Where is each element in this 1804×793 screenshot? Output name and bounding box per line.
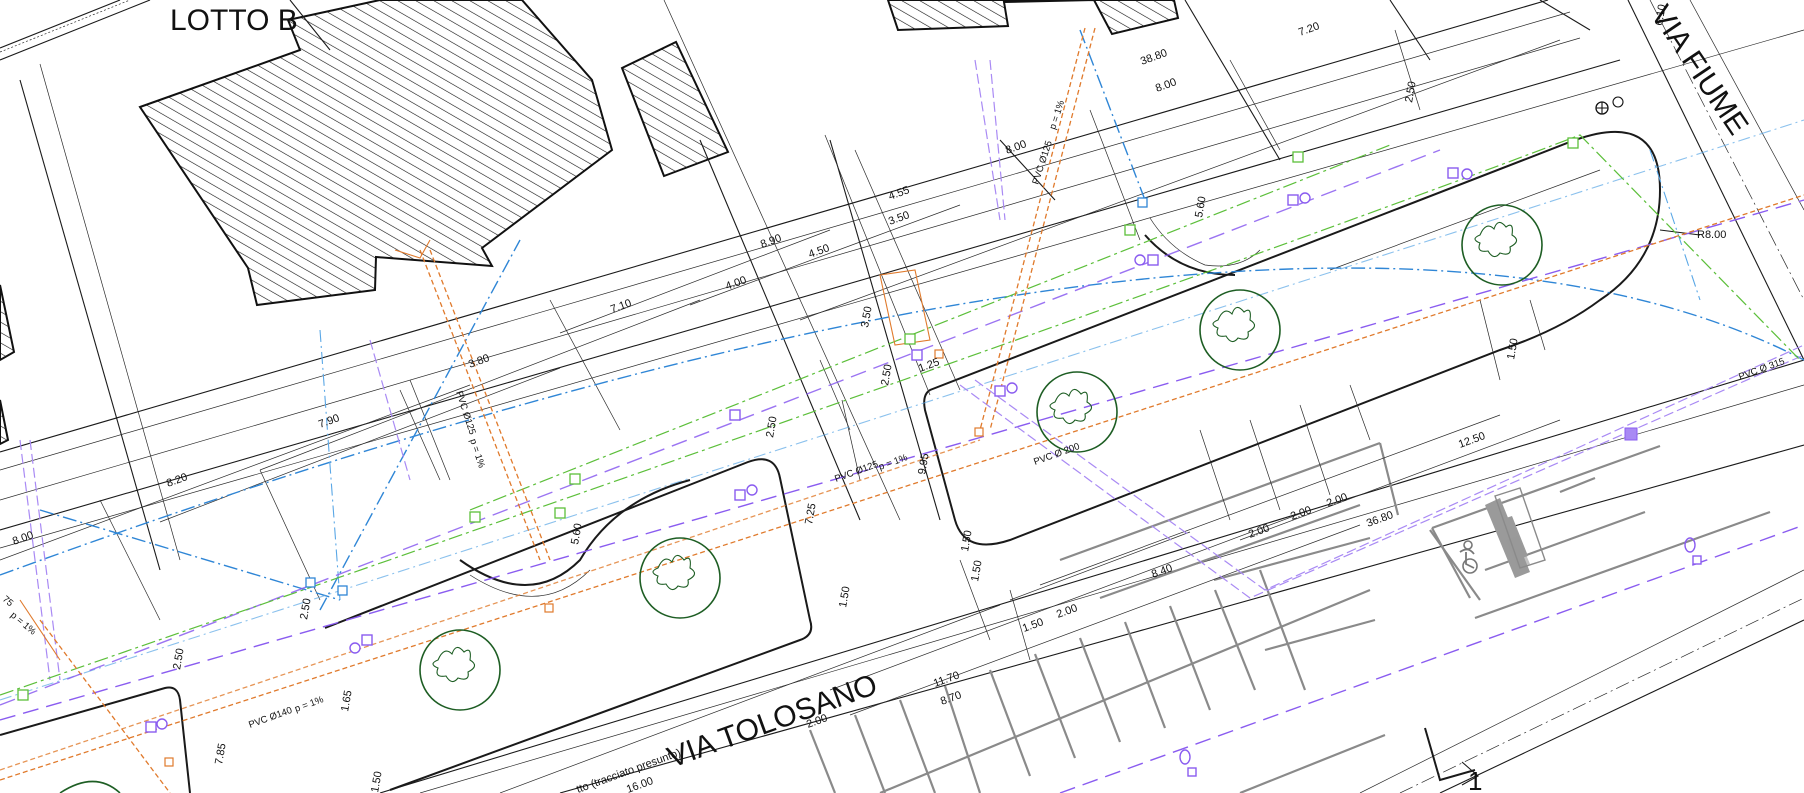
pipe-slope-label: p = 1% <box>1047 99 1067 131</box>
dim-label: 7.20 <box>1297 20 1321 39</box>
lot-label: LOTTO B <box>170 4 298 37</box>
tree <box>639 537 721 619</box>
dim-label: 7.90 <box>317 412 341 431</box>
building-small <box>620 40 730 178</box>
wheelchair-icon <box>1459 540 1478 574</box>
dim-label: 2.50 <box>764 415 780 438</box>
dim-label: 1.50 <box>1021 616 1045 635</box>
building-lotto-b <box>138 0 614 307</box>
dim-label: 2.00 <box>1289 504 1313 523</box>
dim-label: 16.00 <box>625 775 655 793</box>
pipe-label: PVC Ø140 <box>247 705 293 731</box>
street-label-via-tolosano: VIA TOLOSANO <box>663 668 882 774</box>
dim-label: 8.20 <box>165 471 189 490</box>
dim-label: 8.00 <box>1004 138 1028 157</box>
pipe-label: PVC Ø 200 <box>1032 441 1081 468</box>
dim-label: 4.55 <box>887 184 911 203</box>
dim-label: 2.00 <box>1325 491 1349 510</box>
dim-label: 3.50 <box>887 209 911 228</box>
section-number: 1 <box>1468 766 1482 793</box>
building-top <box>886 0 1180 36</box>
dim-label: 8.40 <box>1150 562 1174 581</box>
tree <box>419 629 501 711</box>
pipe-label: PVC Ø125 <box>453 390 477 437</box>
dim-label: 1.50 <box>369 770 385 793</box>
radius-label: R8.00 <box>1697 229 1726 241</box>
tree <box>1036 371 1118 453</box>
dim-label: 2.50 <box>171 647 187 670</box>
dim-label: 1.50 <box>969 559 985 582</box>
pipe-slope-label: p = 1% <box>877 452 909 473</box>
pipe-label: 75 <box>0 594 15 609</box>
dim-label: 1.50 <box>959 529 975 552</box>
dim-label: 5.60 <box>1193 195 1209 218</box>
building-left-edge <box>0 284 16 446</box>
hatched-stall <box>1485 487 1546 578</box>
tree <box>1461 204 1543 286</box>
dim-label: 7.10 <box>609 297 633 316</box>
dim-label: 7.25 <box>803 502 819 525</box>
hydrant-icon <box>1595 96 1624 115</box>
dim-label: 1.50 <box>837 585 853 608</box>
dim-label: 36.80 <box>1365 509 1395 530</box>
dim-label: 1.50 <box>1505 337 1521 360</box>
dim-label: 8.00 <box>1154 76 1178 95</box>
pipe-label: PVC Ø125 <box>1030 139 1054 186</box>
dim-label: 12.50 <box>1457 430 1487 451</box>
dim-label: 5.60 <box>569 522 585 545</box>
top-left-strip <box>0 0 151 61</box>
island-right <box>923 130 1662 546</box>
dim-label: 7.85 <box>213 742 229 765</box>
dim-label: 3.50 <box>859 305 875 328</box>
dim-label: 2.50 <box>879 363 895 386</box>
dim-label: 4.00 <box>724 274 748 293</box>
lamp-icon <box>1179 537 1702 777</box>
dim-label: 2.50 <box>1403 80 1419 103</box>
dim-label: 9.95 <box>916 452 932 475</box>
dim-label: 11.70 <box>932 669 961 689</box>
tree <box>1199 289 1281 371</box>
dim-label: 8.00 <box>11 529 35 548</box>
dim-label: 8.90 <box>759 232 783 251</box>
pipe-slope-label: p = 1% <box>467 438 487 470</box>
site-plan-drawing: LOTTO B VIA FIUME VIA TOLOSANO 1 tto (tr… <box>0 0 1804 793</box>
dim-label: 2.50 <box>298 597 314 620</box>
dim-label: 38.80 <box>1139 47 1169 68</box>
pipe-slope-label: p = 1% <box>8 610 38 638</box>
pipe-label: PVC Ø 315 <box>1737 356 1786 383</box>
dim-label: 1.65 <box>339 689 355 712</box>
pipe-slope-label: p = 1% <box>293 694 325 715</box>
